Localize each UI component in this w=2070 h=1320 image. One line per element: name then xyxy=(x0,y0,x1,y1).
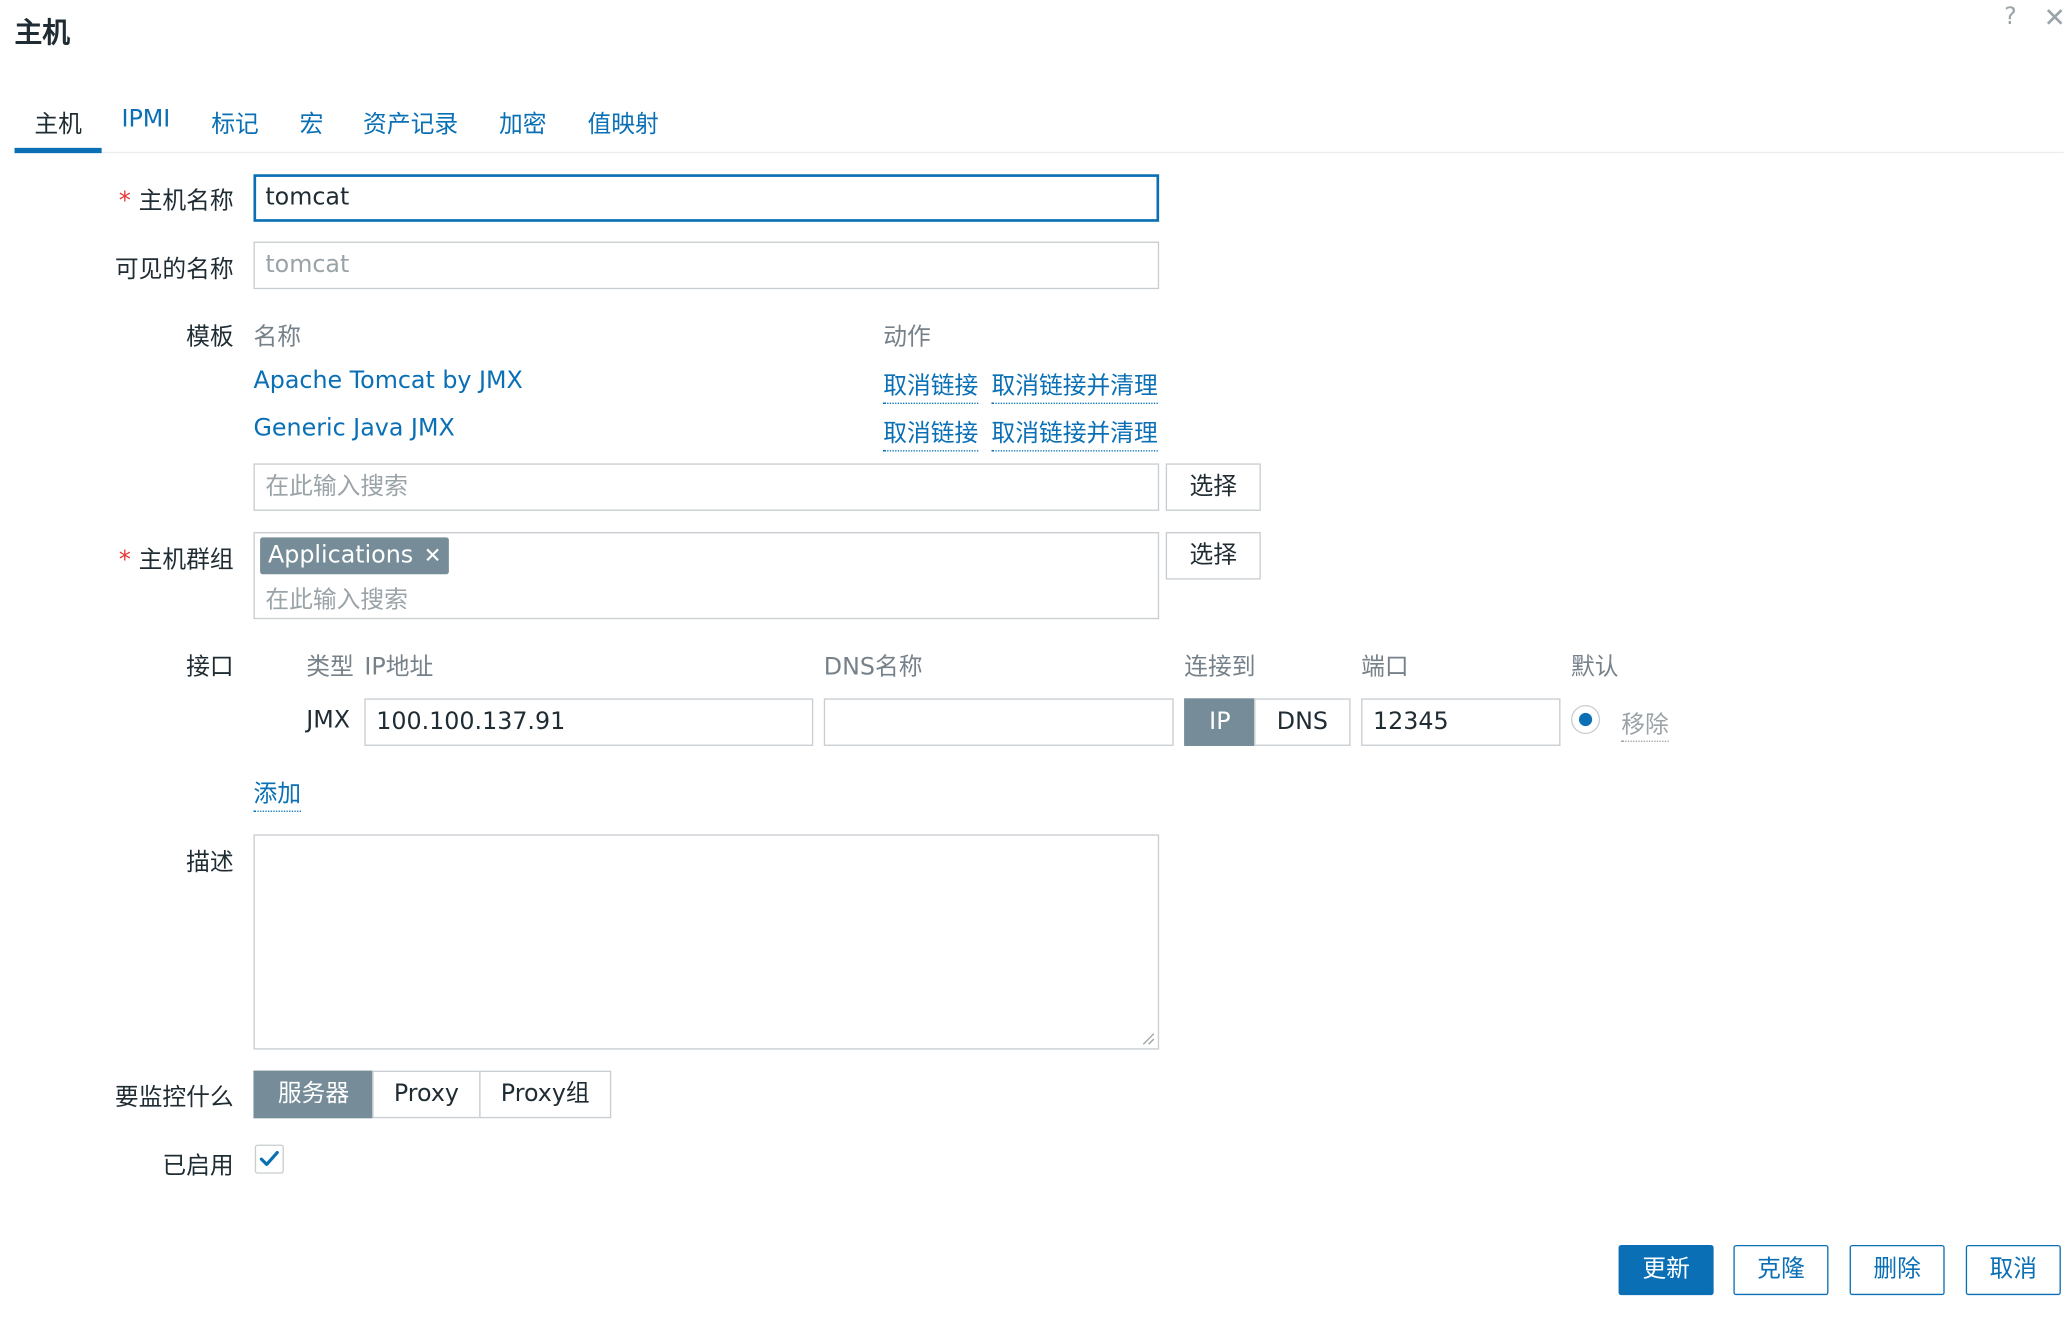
description-label: 描述 xyxy=(186,848,234,877)
templates-label: 模板 xyxy=(186,323,234,352)
description-textarea[interactable] xyxy=(253,834,1160,1050)
monitored-by-label: 要监控什么 xyxy=(114,1083,234,1112)
interfaces-col-connect: 连接到 xyxy=(1184,653,1256,682)
template-link[interactable]: Generic Java JMX xyxy=(253,415,454,443)
resize-handle-icon[interactable] xyxy=(1142,1032,1155,1045)
template-link[interactable]: Apache Tomcat by JMX xyxy=(253,367,522,395)
checkmark-icon xyxy=(259,1150,279,1167)
host-groups-label: * 主机群组 xyxy=(118,546,234,575)
interfaces-label: 接口 xyxy=(186,653,234,682)
monitored-by-proxy[interactable]: Proxy xyxy=(372,1070,481,1119)
monitored-by-toggle: 服务器 Proxy Proxy组 xyxy=(253,1070,612,1119)
interface-remove-link[interactable]: 移除 xyxy=(1621,706,1669,742)
interfaces-col-port: 端口 xyxy=(1361,653,1409,682)
host-group-search-input[interactable]: 在此输入搜索 xyxy=(265,581,408,615)
connect-ip-option[interactable]: IP xyxy=(1184,698,1256,746)
interface-dns-input[interactable] xyxy=(823,698,1174,746)
template-search-input[interactable]: 在此输入搜索 xyxy=(253,463,1160,511)
monitored-by-server[interactable]: 服务器 xyxy=(253,1070,374,1119)
clone-button[interactable]: 克隆 xyxy=(1733,1244,1829,1296)
templates-col-action: 动作 xyxy=(883,323,931,352)
connect-dns-option[interactable]: DNS xyxy=(1254,698,1351,746)
chip-remove-icon[interactable]: ✕ xyxy=(424,537,442,574)
active-tab-indicator xyxy=(14,147,102,154)
interfaces-col-dns: DNS名称 xyxy=(823,653,923,682)
update-button[interactable]: 更新 xyxy=(1618,1244,1714,1296)
tabs-divider xyxy=(14,151,2064,154)
templates-col-name: 名称 xyxy=(253,323,302,352)
interfaces-col-ip: IP地址 xyxy=(364,653,434,682)
host-group-chip-label: Applications xyxy=(268,541,414,570)
host-group-chip: Applications ✕ xyxy=(260,537,450,575)
cancel-button[interactable]: 取消 xyxy=(1965,1244,2061,1296)
unlink-and-clear-link[interactable]: 取消链接并清理 xyxy=(991,367,1158,404)
unlink-and-clear-link[interactable]: 取消链接并清理 xyxy=(991,415,1158,452)
visible-name-label: 可见的名称 xyxy=(114,256,234,284)
required-marker: * xyxy=(118,546,131,575)
tab-host[interactable]: 主机 xyxy=(34,106,82,140)
help-icon[interactable]: ? xyxy=(2004,3,2017,31)
connect-to-toggle: IP DNS xyxy=(1184,698,1351,746)
add-interface-link[interactable]: 添加 xyxy=(253,775,302,812)
visible-name-input[interactable]: tomcat xyxy=(253,241,1160,290)
tab-encryption[interactable]: 加密 xyxy=(499,106,547,140)
tab-macros[interactable]: 宏 xyxy=(300,106,324,140)
template-select-button[interactable]: 选择 xyxy=(1165,463,1261,511)
host-dialog: 主机 ? ✕ 主机 IPMI 标记 宏 资产记录 加密 值映射 * 主机名称 to… xyxy=(0,0,2070,1320)
default-interface-radio[interactable] xyxy=(1571,704,1601,735)
interface-type: JMX xyxy=(306,706,351,735)
tab-value-mapping[interactable]: 值映射 xyxy=(587,106,658,140)
monitored-by-proxy-group[interactable]: Proxy组 xyxy=(479,1070,612,1119)
host-name-label: * 主机名称 xyxy=(118,187,234,216)
host-name-input[interactable]: tomcat xyxy=(253,174,1160,222)
dialog-title: 主机 xyxy=(14,17,70,49)
required-marker: * xyxy=(118,187,131,216)
host-group-select-button[interactable]: 选择 xyxy=(1165,532,1261,580)
delete-button[interactable]: 删除 xyxy=(1849,1244,1945,1296)
interfaces-col-type: 类型 xyxy=(306,653,354,682)
interface-ip-input[interactable]: 100.100.137.91 xyxy=(364,698,814,746)
close-icon[interactable]: ✕ xyxy=(2044,1,2066,33)
interface-port-input[interactable]: 12345 xyxy=(1361,698,1561,746)
enabled-checkbox[interactable] xyxy=(254,1144,284,1174)
enabled-label: 已启用 xyxy=(162,1152,234,1181)
tab-tags[interactable]: 标记 xyxy=(211,106,259,140)
tab-inventory[interactable]: 资产记录 xyxy=(363,106,458,140)
tab-ipmi[interactable]: IPMI xyxy=(121,106,170,134)
unlink-link[interactable]: 取消链接 xyxy=(883,415,979,452)
interfaces-col-default: 默认 xyxy=(1571,653,1619,682)
host-groups-multiselect[interactable]: Applications ✕ 在此输入搜索 xyxy=(253,532,1160,620)
unlink-link[interactable]: 取消链接 xyxy=(883,367,979,404)
